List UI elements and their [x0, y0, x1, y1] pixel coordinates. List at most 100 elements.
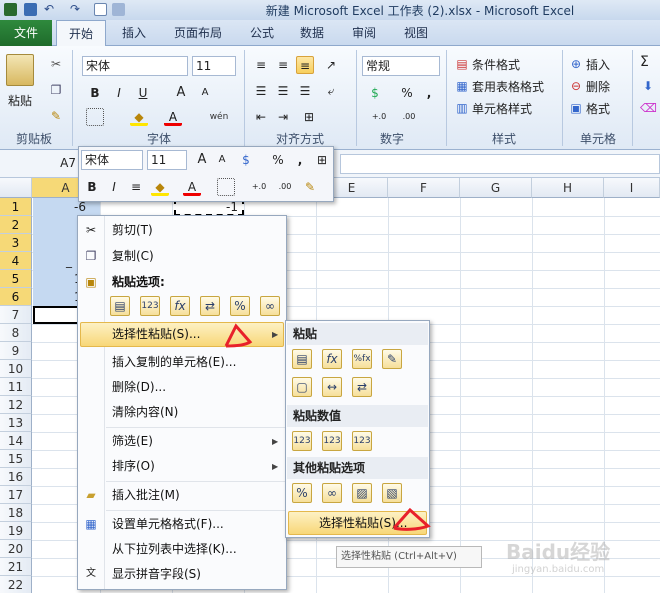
wrap-text-icon[interactable]: ⤶ [322, 82, 340, 100]
row-header-10[interactable]: 10 [0, 360, 32, 378]
sub-formatting-button[interactable]: % [292, 483, 312, 503]
sub-paste-link-icon[interactable]: ∞ [322, 483, 342, 503]
clear-icon[interactable]: ⌫ [640, 100, 657, 116]
paste-link-icon[interactable]: ∞ [260, 296, 280, 316]
col-header-h[interactable]: H [532, 178, 604, 198]
tab-page-layout[interactable]: 页面布局 [160, 20, 236, 46]
font-name-combo[interactable]: 宋体 [82, 56, 188, 76]
autosum-button[interactable]: Σ [640, 54, 649, 70]
tab-formulas[interactable]: 公式 [240, 20, 284, 46]
sub-paste-icon[interactable]: ▤ [292, 349, 312, 369]
mini-decrease-decimal-button[interactable]: .00 [273, 178, 297, 196]
fill-down-icon[interactable]: ⬇ [640, 78, 656, 94]
formula-input[interactable] [340, 154, 660, 174]
paste-transpose-icon[interactable]: ⇄ [200, 296, 220, 316]
row-header-11[interactable]: 11 [0, 378, 32, 396]
sub-transpose-icon[interactable]: ⇄ [352, 377, 372, 397]
sub-values-numfmt-button[interactable]: 123 [322, 431, 342, 451]
mini-percent-button[interactable]: % [269, 151, 287, 169]
paste-formatting-button[interactable]: % [230, 296, 250, 316]
currency-icon[interactable]: $ [366, 84, 384, 102]
paste-icon[interactable] [6, 54, 34, 86]
decrease-decimal-button[interactable]: .00 [396, 108, 422, 126]
comma-button[interactable]: , [420, 84, 438, 102]
mini-grow-font-icon[interactable]: A [193, 151, 211, 169]
mini-bold-button[interactable]: B [83, 178, 101, 196]
col-header-g[interactable]: G [460, 178, 532, 198]
row-header-6[interactable]: 6 [0, 288, 32, 306]
mini-size-combo[interactable]: 11 [147, 150, 187, 170]
sub-linked-picture-icon[interactable]: ▧ [382, 483, 402, 503]
font-color-button[interactable]: A [164, 108, 182, 126]
font-size-combo[interactable]: 11 [192, 56, 236, 76]
conditional-format-button[interactable]: 条件格式 [472, 56, 520, 73]
mini-font-combo[interactable]: 宋体 [81, 150, 143, 170]
row-header-12[interactable]: 12 [0, 396, 32, 414]
mini-center-icon[interactable]: ≡ [127, 178, 145, 196]
sub-paste-formulas-button[interactable]: fx [322, 349, 342, 369]
cell-a4[interactable]: _ [66, 254, 72, 268]
increase-indent-icon[interactable]: ⇥ [274, 108, 292, 126]
tab-home[interactable]: 开始 [56, 20, 106, 47]
menu-item-filter[interactable]: 筛选(E) [112, 429, 153, 454]
menu-item-pick-from-list[interactable]: 从下拉列表中选择(K)... [112, 537, 237, 562]
tab-review[interactable]: 审阅 [342, 20, 386, 46]
paste-formulas-button[interactable]: fx [170, 296, 190, 316]
align-bottom-icon[interactable]: ≡ [296, 56, 314, 74]
new-file-icon[interactable] [94, 3, 107, 16]
mini-merge-icon[interactable]: ⊞ [313, 151, 331, 169]
menu-item-sort[interactable]: 排序(O) [112, 454, 155, 479]
align-right-icon[interactable]: ☰ [296, 82, 314, 100]
mini-font-color-button[interactable]: A [183, 178, 201, 196]
save-icon[interactable] [24, 3, 37, 16]
col-header-i[interactable]: I [604, 178, 660, 198]
italic-button[interactable]: I [110, 84, 128, 102]
percent-button[interactable]: % [398, 84, 416, 102]
menu-item-insert-comment[interactable]: 插入批注(M) [112, 483, 180, 508]
row-header-15[interactable]: 15 [0, 450, 32, 468]
number-format-combo[interactable]: 常规 [362, 56, 440, 76]
sub-no-borders-icon[interactable]: ▢ [292, 377, 312, 397]
align-top-icon[interactable]: ≡ [252, 56, 270, 74]
select-all-corner[interactable] [0, 178, 32, 198]
paste-button-label[interactable]: 粘贴 [8, 92, 32, 109]
row-header-8[interactable]: 8 [0, 324, 32, 342]
mini-comma-icon[interactable]: , [291, 151, 309, 169]
cell-styles-button[interactable]: 单元格样式 [472, 100, 532, 117]
phonetic-button[interactable]: wén [206, 108, 232, 126]
mini-shrink-font-icon[interactable]: A [213, 151, 231, 169]
undo-icon[interactable]: ↶ [44, 3, 57, 16]
row-header-13[interactable]: 13 [0, 414, 32, 432]
menu-item-cut[interactable]: 剪切(T) [112, 218, 153, 243]
align-center-icon[interactable]: ☰ [274, 82, 292, 100]
row-header-16[interactable]: 16 [0, 468, 32, 486]
format-as-table-button[interactable]: 套用表格格式 [472, 78, 544, 95]
mini-increase-decimal-button[interactable]: +.0 [247, 178, 271, 196]
row-header-5[interactable]: 5 [0, 270, 32, 288]
row-header-21[interactable]: 21 [0, 558, 32, 576]
mini-italic-button[interactable]: I [105, 178, 123, 196]
grow-font-button[interactable]: A [172, 84, 190, 102]
sub-values-source-format-button[interactable]: 123 [352, 431, 372, 451]
mini-format-painter-icon[interactable]: ✎ [301, 178, 319, 196]
name-box[interactable]: A7 [40, 156, 76, 172]
tab-data[interactable]: 数据 [290, 20, 334, 46]
format-cells-button[interactable]: 格式 [586, 100, 610, 117]
cut-icon[interactable]: ✂ [48, 56, 64, 72]
underline-button[interactable]: U [134, 84, 152, 102]
menu-item-phonetic[interactable]: 显示拼音字段(S) [112, 562, 201, 587]
sub-keep-col-width-icon[interactable]: ↔ [322, 377, 342, 397]
menu-item-copy[interactable]: 复制(C) [112, 244, 154, 269]
orientation-icon[interactable]: ↗ [322, 56, 340, 74]
sub-paste-formulas-numfmt-button[interactable]: %fx [352, 349, 372, 369]
menu-item-format-cells[interactable]: 设置单元格格式(F)... [112, 512, 224, 537]
row-header-22[interactable]: 22 [0, 576, 32, 593]
align-left-icon[interactable]: ☰ [252, 82, 270, 100]
paste-values-button[interactable]: 123 [140, 296, 160, 316]
mini-borders-icon[interactable] [217, 178, 235, 196]
col-header-f[interactable]: F [388, 178, 460, 198]
tab-view[interactable]: 视图 [394, 20, 438, 46]
align-middle-icon[interactable]: ≡ [274, 56, 292, 74]
row-header-18[interactable]: 18 [0, 504, 32, 522]
mini-currency-icon[interactable]: $ [237, 151, 255, 169]
